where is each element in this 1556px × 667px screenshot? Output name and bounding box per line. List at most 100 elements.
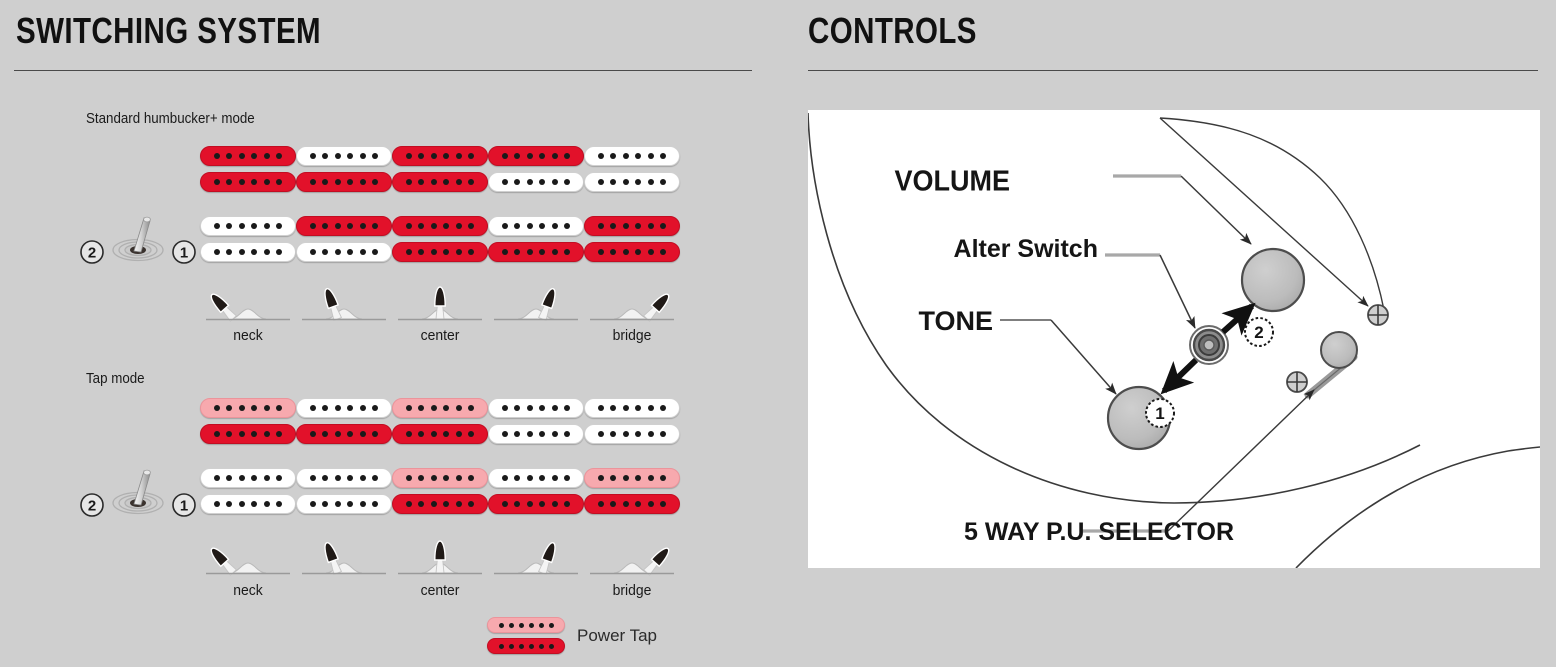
pu-selector-control[interactable] xyxy=(1304,331,1358,399)
pole-piece xyxy=(430,179,437,185)
pole-piece xyxy=(263,223,270,229)
pole-piece xyxy=(372,249,379,255)
pole-piece xyxy=(238,405,245,411)
pickup-coil-white xyxy=(296,494,392,514)
alter-toggle-standard[interactable]: 21 xyxy=(78,210,198,270)
selector-position-4[interactable] xyxy=(488,283,584,323)
pole-piece xyxy=(418,179,425,185)
pickup-coil-red xyxy=(488,494,584,514)
pole-piece xyxy=(647,223,654,229)
pole-piece xyxy=(526,475,533,481)
humbucker-pickup xyxy=(296,216,392,262)
pole-piece xyxy=(418,431,425,437)
pole-piece xyxy=(359,249,366,255)
humbucker-pickup xyxy=(584,216,680,262)
selector-position-5[interactable] xyxy=(584,537,680,577)
pickup-coil-red xyxy=(488,146,584,166)
pole-piece xyxy=(430,249,437,255)
pole-piece xyxy=(539,179,546,185)
pole-piece xyxy=(443,223,450,229)
selector-position-2[interactable] xyxy=(296,283,392,323)
pole-piece xyxy=(538,643,544,649)
pickup-coil-white xyxy=(584,398,680,418)
pole-piece xyxy=(251,249,258,255)
pickup-coil-white xyxy=(488,424,584,444)
alter-toggle-tap[interactable]: 21 xyxy=(78,463,198,523)
pickup-coil-red xyxy=(392,494,488,514)
pole-piece xyxy=(597,501,604,507)
selector-position-5[interactable] xyxy=(584,283,680,323)
pole-piece xyxy=(468,223,475,229)
pole-piece xyxy=(455,223,462,229)
pole-piece xyxy=(405,223,412,229)
pole-piece xyxy=(660,179,667,185)
pole-piece xyxy=(514,223,521,229)
pickup-coil-white xyxy=(488,468,584,488)
pole-piece xyxy=(418,501,425,507)
pole-piece xyxy=(564,223,571,229)
pole-piece xyxy=(548,622,554,628)
pickup-coil-white xyxy=(488,398,584,418)
pickup-coil-white xyxy=(200,216,296,236)
pickup-coil-red xyxy=(200,424,296,444)
pole-piece xyxy=(622,405,629,411)
pole-piece xyxy=(498,622,504,628)
selector-position-1[interactable] xyxy=(200,537,296,577)
pole-piece xyxy=(514,431,521,437)
pole-piece xyxy=(263,405,270,411)
pole-piece xyxy=(564,475,571,481)
pole-piece xyxy=(514,405,521,411)
pole-piece xyxy=(635,249,642,255)
pole-piece xyxy=(564,501,571,507)
pole-piece xyxy=(372,179,379,185)
pole-piece xyxy=(430,153,437,159)
pole-piece xyxy=(647,153,654,159)
pole-piece xyxy=(251,431,258,437)
alter-toggle-icon[interactable]: 21 xyxy=(78,463,198,523)
selector-position-3[interactable] xyxy=(392,283,488,323)
guitar-body-outline-right xyxy=(1295,446,1540,568)
pole-piece xyxy=(539,223,546,229)
pole-piece xyxy=(455,431,462,437)
pole-piece xyxy=(238,501,245,507)
pole-piece xyxy=(359,223,366,229)
pole-piece xyxy=(660,223,667,229)
pole-piece xyxy=(539,475,546,481)
pole-piece xyxy=(635,223,642,229)
humbucker-pickup xyxy=(200,468,296,514)
pole-piece xyxy=(518,643,524,649)
pole-piece xyxy=(276,223,283,229)
pole-piece xyxy=(564,179,571,185)
pole-piece xyxy=(526,153,533,159)
toggle-badge-left-text: 2 xyxy=(88,498,96,515)
alter-position-1-text: 1 xyxy=(1155,404,1164,423)
alter-switch-control[interactable] xyxy=(1189,325,1229,365)
label-5way-selector: 5 WAY P.U. SELECTOR xyxy=(964,518,1234,546)
pole-piece xyxy=(372,501,379,507)
pole-piece xyxy=(226,431,233,437)
alter-position-2-text: 2 xyxy=(1254,323,1263,342)
pole-piece xyxy=(430,431,437,437)
pickup-coil-white xyxy=(584,172,680,192)
pole-piece xyxy=(443,475,450,481)
alter-leader xyxy=(1159,254,1196,329)
pole-piece xyxy=(322,223,329,229)
selector-position-2[interactable] xyxy=(296,537,392,577)
selector-position-3[interactable] xyxy=(392,537,488,577)
selector-position-1[interactable] xyxy=(200,283,296,323)
selector-position-4[interactable] xyxy=(488,537,584,577)
pole-piece xyxy=(372,153,379,159)
pickup-coil-white xyxy=(296,242,392,262)
pole-piece xyxy=(309,223,316,229)
position-label-bridge: bridge xyxy=(612,582,652,599)
divider-controls xyxy=(808,70,1538,71)
pole-piece xyxy=(597,223,604,229)
volume-knob[interactable] xyxy=(1240,247,1306,313)
legend-label: Power Tap xyxy=(577,625,658,645)
pole-piece xyxy=(405,153,412,159)
position-label-neck: neck xyxy=(233,582,263,599)
pole-piece xyxy=(660,249,667,255)
alter-toggle-icon[interactable]: 21 xyxy=(78,210,198,270)
pole-piece xyxy=(238,431,245,437)
pickup-coil-red xyxy=(392,216,488,236)
